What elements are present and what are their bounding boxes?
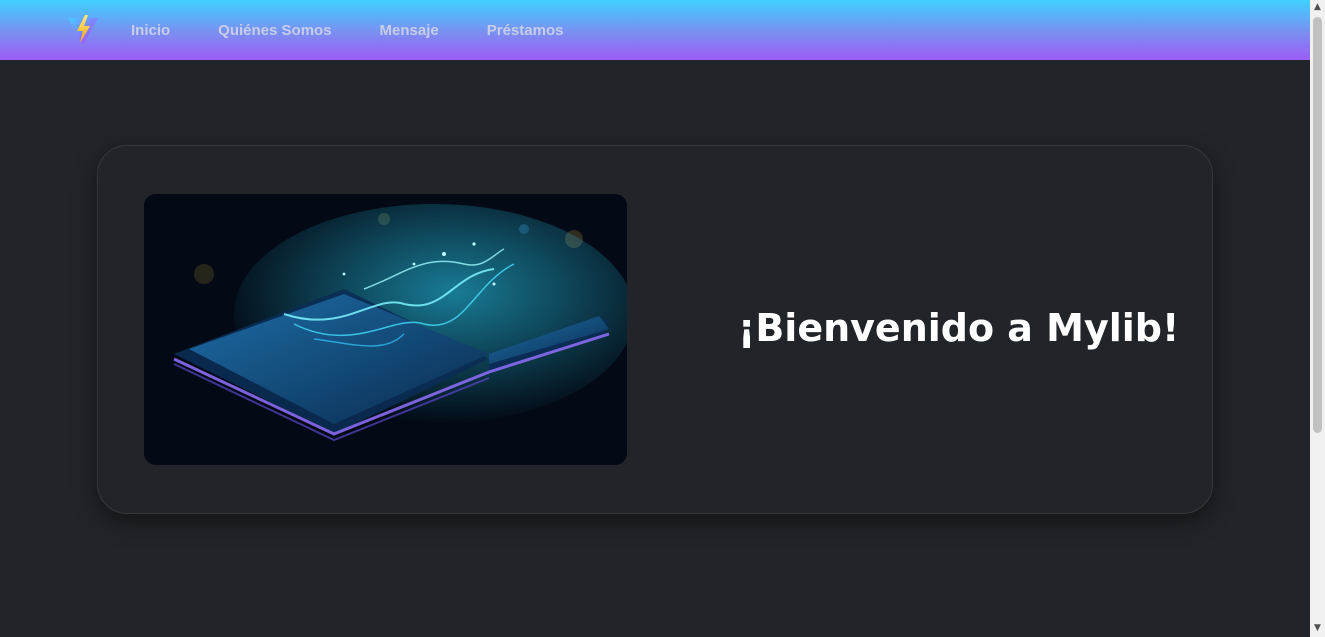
nav-link-prestamos[interactable]: Préstamos [487,22,564,39]
navbar: Inicio Quiénes Somos Mensaje Préstamos [0,0,1310,60]
nav-link-inicio[interactable]: Inicio [131,22,170,39]
scroll-up-icon[interactable]: ▲ [1313,2,1322,14]
nav-link-mensaje[interactable]: Mensaje [380,22,439,39]
scroll-thumb[interactable] [1313,17,1322,433]
nav-link-quienes-somos[interactable]: Quiénes Somos [218,22,331,39]
welcome-heading: ¡Bienvenido a Mylib! [738,306,1180,350]
scroll-down-icon[interactable]: ▼ [1313,623,1322,635]
welcome-card: ¡Bienvenido a Mylib! [97,145,1213,514]
lightning-logo-icon[interactable] [66,13,100,47]
page-scrollbar[interactable]: ▲ ▼ [1310,0,1325,637]
nav-links: Inicio Quiénes Somos Mensaje Préstamos [131,0,611,60]
glowing-open-book-image [144,194,627,465]
